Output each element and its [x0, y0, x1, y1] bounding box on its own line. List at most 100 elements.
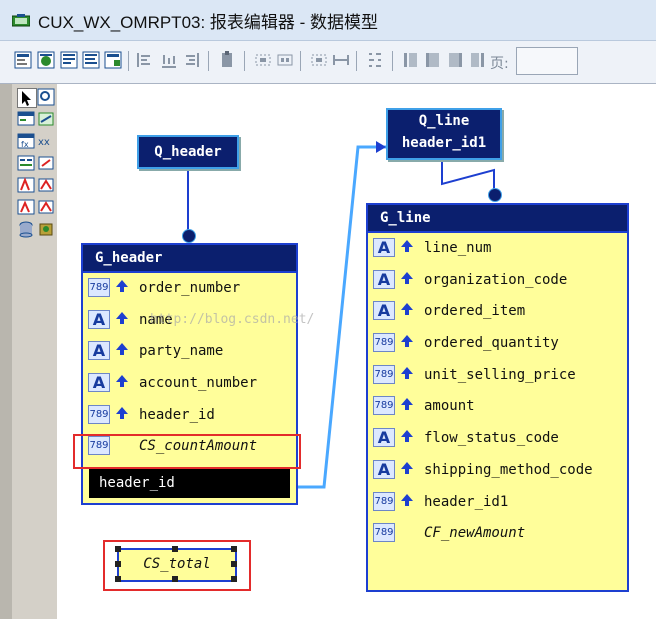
first-page-icon[interactable]	[402, 51, 420, 69]
resize-handle[interactable]	[172, 576, 178, 582]
alpha-type-icon: A	[373, 428, 395, 448]
query-q-line[interactable]: Q_line header_id1	[386, 108, 502, 160]
title-bar: CUX_WX_OMRPT03: 报表编辑器 - 数据模型	[0, 0, 656, 41]
ref-cursor-icon[interactable]: xx	[37, 132, 55, 150]
align-left-icon[interactable]	[136, 51, 154, 69]
field-row[interactable]: 789 unit_selling_price	[368, 360, 627, 392]
field-row[interactable]: 789 amount	[368, 391, 627, 423]
bring-front-icon[interactable]	[218, 51, 236, 69]
query-q-header-label: Q_header	[154, 144, 222, 160]
cross-product-icon[interactable]	[17, 176, 35, 194]
paper-design-icon[interactable]	[104, 51, 122, 69]
alpha-type-icon: A	[373, 459, 395, 479]
align-right-icon[interactable]	[182, 51, 200, 69]
field-row[interactable]: 789 ordered_quantity	[368, 328, 627, 360]
link-field-header-id[interactable]: header_id	[89, 468, 290, 498]
grid-snap-icon[interactable]	[366, 51, 384, 69]
group-connector-dot[interactable]	[488, 188, 502, 202]
field-row[interactable]: Aflow_status_code	[368, 423, 627, 455]
number-type-icon: 789	[373, 491, 395, 511]
previous-page-icon[interactable]	[424, 51, 442, 69]
arrow-up-icon	[400, 333, 414, 349]
query-q-header[interactable]: Q_header	[137, 135, 239, 169]
field-row[interactable]: Ashipping_method_code	[368, 455, 627, 487]
data-model-icon[interactable]	[14, 51, 32, 69]
field-row[interactable]: Aorganization_code	[368, 265, 627, 297]
arrow-up-icon	[115, 278, 129, 294]
alpha-type-icon: A	[373, 301, 395, 321]
select-arrow-icon[interactable]	[17, 88, 37, 108]
align-bottom-icon[interactable]	[160, 51, 178, 69]
field-row[interactable]: Aparty_name	[83, 336, 296, 368]
number-type-icon: 789	[373, 364, 395, 384]
arrow-up-icon	[400, 396, 414, 412]
same-width-icon[interactable]	[332, 51, 350, 69]
link-tool-icon[interactable]	[37, 110, 55, 128]
resize-handle[interactable]	[115, 561, 121, 567]
page-label: 页:	[490, 56, 509, 72]
next-page-icon[interactable]	[446, 51, 464, 69]
summary-tool-icon[interactable]	[17, 154, 35, 172]
resize-handle[interactable]	[115, 576, 121, 582]
field-name: shipping_method_code	[424, 461, 593, 478]
resize-handle[interactable]	[172, 546, 178, 552]
number-type-icon: 789	[88, 404, 110, 424]
alpha-type-icon: A	[88, 309, 110, 329]
group-g-line[interactable]: G_line Aline_num Aorganization_code Aorder…	[366, 203, 629, 592]
number-type-icon: 789	[88, 278, 110, 297]
svg-text:xx: xx	[38, 137, 50, 148]
resize-handle[interactable]	[231, 561, 237, 567]
same-size-icon[interactable]	[310, 51, 328, 69]
parameter-form-icon[interactable]	[82, 51, 100, 69]
web-source-icon[interactable]	[37, 51, 55, 69]
field-row[interactable]: Aline_num	[368, 233, 627, 265]
query-tool-icon[interactable]	[17, 110, 35, 128]
query-q-line-label: Q_line	[418, 113, 470, 129]
last-page-icon[interactable]	[468, 51, 486, 69]
toolbar-separator	[208, 51, 209, 71]
report-builder-icon	[11, 13, 31, 27]
arrow-up-icon	[115, 405, 129, 421]
group-above-icon[interactable]	[17, 198, 35, 216]
ungroup-icon[interactable]	[276, 51, 294, 69]
layout-model-icon[interactable]	[60, 51, 78, 69]
field-name: header_id	[139, 406, 215, 423]
alpha-type-icon: A	[373, 238, 395, 257]
field-row[interactable]: Aaccount_number	[83, 368, 296, 400]
group-icon[interactable]	[254, 51, 272, 69]
query-q-line-field: header_id1	[401, 135, 487, 151]
number-type-icon: 789	[373, 396, 395, 416]
data-link-icon[interactable]	[37, 176, 55, 194]
field-row[interactable]: 789 header_id1	[368, 487, 627, 519]
field-name: party_name	[139, 343, 224, 360]
field-row[interactable]: 789 order_number	[83, 273, 296, 305]
field-name: ordered_item	[424, 303, 526, 320]
field-row[interactable]: 789 header_id	[83, 400, 296, 432]
database-query-icon[interactable]	[17, 220, 35, 238]
placeholder-tool-icon[interactable]	[37, 154, 55, 172]
toolbar-separator	[244, 51, 245, 71]
formula-tool-icon[interactable]: fx	[17, 132, 35, 150]
arrow-up-icon	[115, 373, 129, 389]
page-number-input[interactable]	[516, 47, 578, 75]
resize-handle[interactable]	[231, 546, 237, 552]
arrow-up-icon	[400, 270, 414, 286]
toolbar-separator	[300, 51, 301, 71]
arrow-up-icon	[400, 365, 414, 381]
toolbar-separator	[392, 51, 393, 71]
magnify-icon[interactable]	[37, 88, 55, 106]
field-name: account_number	[139, 375, 258, 392]
field-name: amount	[424, 398, 475, 415]
watermark-text: http://blog.csdn.net/	[150, 312, 315, 327]
resize-handle[interactable]	[115, 546, 121, 552]
group-left-icon[interactable]	[37, 198, 55, 216]
field-name: unit_selling_price	[424, 366, 576, 383]
field-row[interactable]: Aordered_item	[368, 296, 627, 328]
number-type-icon: 789	[373, 333, 395, 353]
resize-handle[interactable]	[231, 576, 237, 582]
arrow-up-icon	[400, 492, 414, 508]
arrow-up-icon	[400, 238, 414, 254]
field-row[interactable]: 789 CF_newAmount	[368, 518, 627, 550]
group-connector-dot[interactable]	[182, 229, 196, 243]
plugin-query-icon[interactable]	[37, 220, 55, 238]
